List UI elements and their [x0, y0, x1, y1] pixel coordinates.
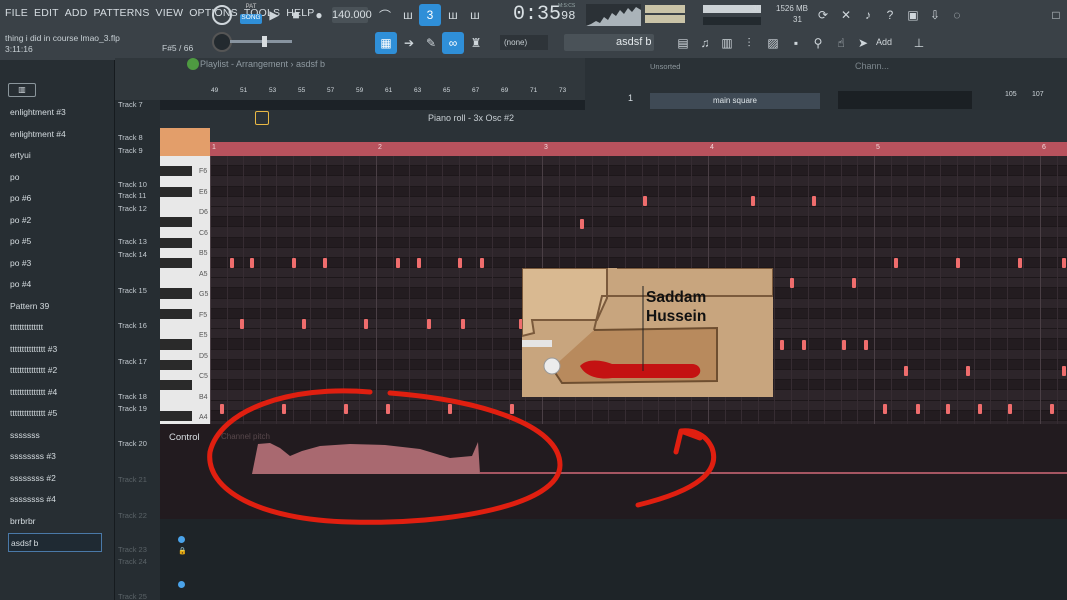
red-annotation-overlay: [207, 388, 717, 525]
